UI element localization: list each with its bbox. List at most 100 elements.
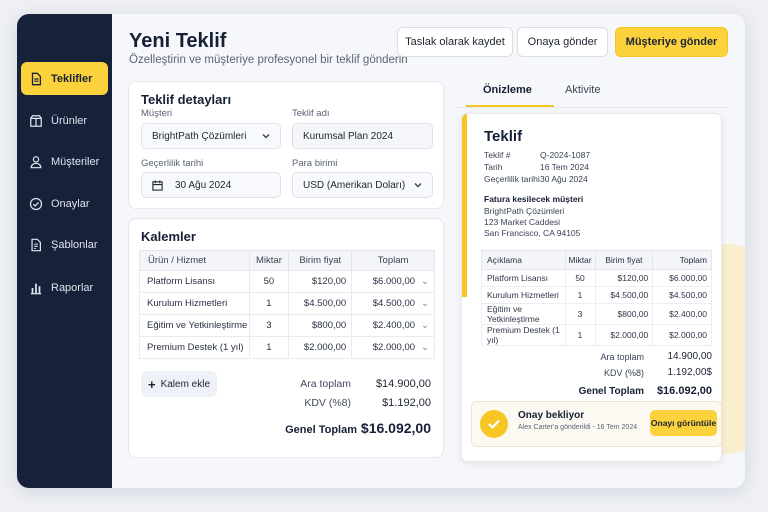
approval-title: Onay bekliyor xyxy=(518,410,585,421)
meta-value: 16 Tem 2024 xyxy=(540,162,589,172)
item-price[interactable]: $4.500,00 xyxy=(288,292,353,315)
validity-value: 30 Ağu 2024 xyxy=(175,179,232,191)
sidebar-item-raporlar[interactable]: Raporlar xyxy=(21,271,108,304)
plus-icon: + xyxy=(147,376,156,392)
table-row[interactable]: Kurulum Hizmetleri 1 $4.500,00 $4.500,00… xyxy=(139,292,435,315)
details-card: Teklif detayları Müşteri BrightPath Çözü… xyxy=(128,81,444,209)
sidebar-item-onaylar[interactable]: Onaylar xyxy=(21,187,108,220)
row-price: $2.000,00 xyxy=(594,324,654,346)
item-qty[interactable]: 1 xyxy=(248,292,290,315)
validity-date-input[interactable]: 30 Ağu 2024 xyxy=(141,172,281,198)
tab-activity[interactable]: Aktivite xyxy=(565,84,600,96)
approval-subtitle: Alex Carter'a gönderildi - 16 Tem 2024 xyxy=(518,424,638,431)
box-icon xyxy=(21,114,51,128)
preview-subtotal-label: Ara toplam xyxy=(600,352,644,362)
item-total: $2.000,00 ⌄ xyxy=(351,336,435,359)
item-total-value: $6.000,00 xyxy=(372,276,416,287)
sidebar-item-musteriler[interactable]: Müşteriler xyxy=(21,145,108,178)
bill-to-line: San Francisco, CA 94105 xyxy=(484,228,581,238)
preview-heading: Teklif xyxy=(484,128,523,145)
sidebar-item-label: Ürünler xyxy=(51,114,88,127)
row-desc: Platform Lisansı xyxy=(481,269,566,287)
sidebar-item-teklifler[interactable]: Teklifler xyxy=(21,62,108,95)
sidebar-item-sablonlar[interactable]: Şablonlar xyxy=(21,228,108,261)
currency-label: Para birimi xyxy=(292,158,338,169)
preview-grand-label: Genel Toplam xyxy=(578,386,644,397)
items-table: Ürün / Hizmet Miktar Birim fiyat Toplam … xyxy=(139,250,435,359)
bill-to-line: BrightPath Çözümleri xyxy=(484,206,565,216)
send-for-approval-button[interactable]: Onaya gönder xyxy=(517,27,608,57)
chevron-down-icon xyxy=(414,183,422,188)
meta-value: 30 Ağu 2024 xyxy=(540,174,588,184)
row-desc: Premium Destek (1 yıl) xyxy=(481,324,566,346)
customer-value: BrightPath Çözümleri xyxy=(152,130,247,142)
currency-select[interactable]: USD (Amerikan Doları) xyxy=(292,172,433,198)
validity-label: Geçerlilik tarihi xyxy=(141,158,204,169)
sidebar-item-urunler[interactable]: Ürünler xyxy=(21,104,108,137)
row-total: $2.400,00 xyxy=(652,303,712,325)
grand-total-value: $16.092,00 xyxy=(360,420,431,436)
check-circle-icon xyxy=(480,410,508,438)
bill-to-line: 123 Market Caddesi xyxy=(484,217,561,227)
item-total-value: $2.400,00 xyxy=(372,320,416,331)
items-card: Kalemler Ürün / Hizmet Miktar Birim fiya… xyxy=(128,218,444,458)
subtotal-value: $14.900,00 xyxy=(375,378,431,390)
item-qty[interactable]: 3 xyxy=(248,314,290,337)
preview-subtotal-value: 14.900,00 xyxy=(667,351,713,362)
item-price[interactable]: $120,00 xyxy=(288,270,353,293)
table-row[interactable]: Platform Lisansı 50 $120,00 $6.000,00 ⌄ xyxy=(139,270,435,293)
view-approval-button[interactable]: Onayı görüntüle xyxy=(650,410,717,436)
item-total-value: $4.500,00 xyxy=(372,298,416,309)
table-row: Premium Destek (1 yıl) 1 $2.000,00 $2.00… xyxy=(481,324,712,346)
preview-grand-value: $16.092,00 xyxy=(656,385,712,397)
col-header-description: Açıklama xyxy=(481,250,566,270)
save-draft-button[interactable]: Taslak olarak kaydet xyxy=(397,27,513,57)
preview-tax-value: 1.192,00$ xyxy=(667,367,713,378)
item-qty[interactable]: 50 xyxy=(248,270,290,293)
table-row[interactable]: Premium Destek (1 yıl) 1 $2.000,00 $2.00… xyxy=(139,336,435,359)
offer-name-input[interactable]: Kurumsal Plan 2024 xyxy=(292,123,433,149)
calendar-icon xyxy=(152,179,163,191)
item-total: $6.000,00 ⌄ xyxy=(351,270,435,293)
page-title: Yeni Teklif xyxy=(129,30,227,52)
tax-value: $1.192,00 xyxy=(382,397,431,409)
add-item-button[interactable]: + Kalem ekle xyxy=(141,371,217,397)
chevron-down-icon[interactable]: ⌄ xyxy=(421,320,429,331)
row-qty: 50 xyxy=(564,269,596,287)
row-total: $2.000,00 xyxy=(652,324,712,346)
preview-tax-label: KDV (%8) xyxy=(603,368,644,378)
col-header-item: Ürün / Hizmet xyxy=(139,250,250,271)
customer-select[interactable]: BrightPath Çözümleri xyxy=(141,123,281,149)
row-price: $4.500,00 xyxy=(594,286,654,304)
template-icon xyxy=(21,238,51,252)
chevron-down-icon[interactable]: ⌄ xyxy=(421,298,429,309)
chevron-down-icon[interactable]: ⌄ xyxy=(421,342,429,353)
table-row[interactable]: Eğitim ve Yetkinleştirme 3 $800,00 $2.40… xyxy=(139,314,435,337)
send-to-customer-button[interactable]: Müşteriye gönder xyxy=(615,27,728,57)
item-total: $2.400,00 ⌄ xyxy=(351,314,435,337)
bar-chart-icon xyxy=(21,281,51,295)
app-window: Teklifler Ürünler Müşteriler Onaylar Şab… xyxy=(17,14,745,488)
tab-preview[interactable]: Önizleme xyxy=(483,84,532,96)
row-qty: 1 xyxy=(564,324,596,346)
meta-key: Geçerlilik tarihi xyxy=(484,174,540,184)
item-price[interactable]: $2.000,00 xyxy=(288,336,353,359)
preview-accent-bar xyxy=(462,114,467,297)
row-desc: Eğitim ve Yetkinleştirme xyxy=(481,303,566,325)
item-total: $4.500,00 ⌄ xyxy=(351,292,435,315)
subtotal-label: Ara toplam xyxy=(300,378,351,390)
item-total-value: $2.000,00 xyxy=(372,342,416,353)
user-icon xyxy=(21,155,51,169)
item-price[interactable]: $800,00 xyxy=(288,314,353,337)
approval-status-panel: Onay bekliyor Alex Carter'a gönderildi -… xyxy=(471,401,722,447)
chevron-down-icon[interactable]: ⌄ xyxy=(421,276,429,287)
item-qty[interactable]: 1 xyxy=(248,336,290,359)
offer-name-value: Kurumsal Plan 2024 xyxy=(303,130,394,142)
row-qty: 1 xyxy=(564,286,596,304)
add-item-label: Kalem ekle xyxy=(160,378,211,390)
tax-label: KDV (%8) xyxy=(304,397,351,409)
table-row: Eğitim ve Yetkinleştirme 3 $800,00 $2.40… xyxy=(481,303,712,325)
col-header-qty: Miktar xyxy=(564,250,596,270)
row-qty: 3 xyxy=(564,303,596,325)
meta-value: Q-2024-1087 xyxy=(540,150,591,160)
